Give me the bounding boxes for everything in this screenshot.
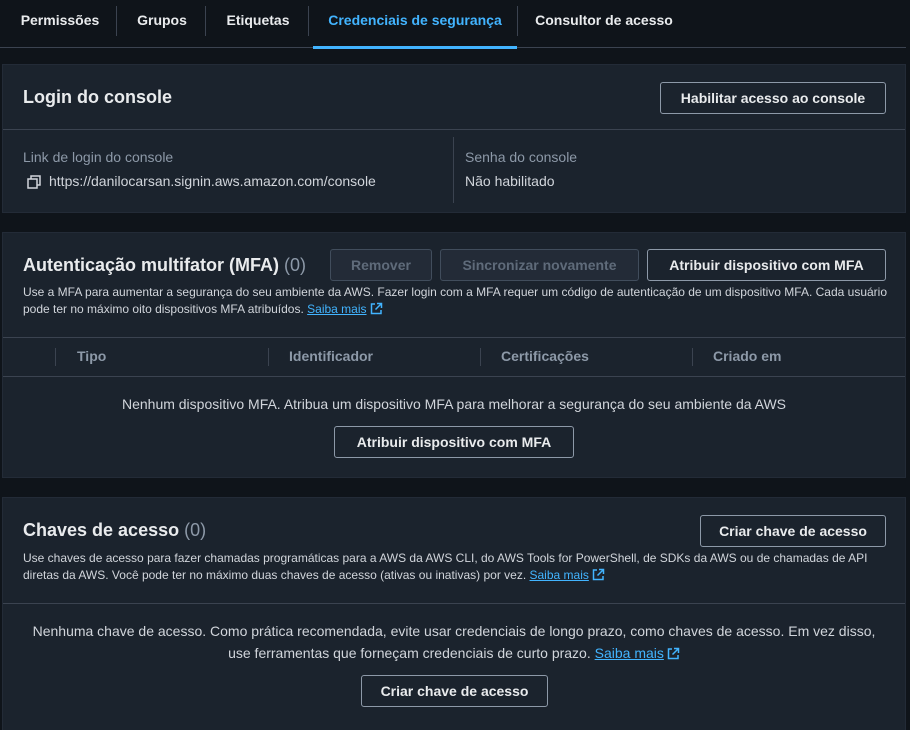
divider: [3, 129, 905, 130]
access-keys-learn-more-link[interactable]: Saiba mais: [530, 568, 589, 582]
mfa-description: Use a MFA para aumentar a segurança do s…: [23, 284, 893, 320]
access-keys-empty-text: Nenhuma chave de acesso. Como prática re…: [32, 623, 876, 661]
access-keys-empty-learn-more-link[interactable]: Saiba mais: [595, 645, 664, 661]
mfa-empty-text: Nenhum dispositivo MFA. Atribua um dispo…: [121, 396, 787, 412]
tab-permissions[interactable]: Permissões: [10, 0, 110, 48]
divider: [3, 603, 905, 604]
create-access-key-button[interactable]: Criar chave de acesso: [700, 515, 886, 547]
resync-mfa-button[interactable]: Sincronizar novamente: [440, 249, 639, 281]
console-login-title: Login do console: [23, 87, 172, 107]
column-divider: [55, 348, 56, 366]
column-divider: [692, 348, 693, 366]
column-header-created[interactable]: Criado em: [713, 348, 781, 364]
tab-groups[interactable]: Grupos: [128, 0, 196, 48]
tab-divider: [205, 6, 206, 36]
assign-mfa-device-empty-button[interactable]: Atribuir dispositivo com MFA: [334, 426, 574, 458]
column-header-identifier[interactable]: Identificador: [289, 348, 373, 364]
column-divider: [453, 137, 454, 203]
console-password-value: Não habilitado: [465, 173, 555, 189]
tab-security-credentials[interactable]: Credenciais de segurança: [313, 0, 517, 49]
column-divider: [480, 348, 481, 366]
console-password-label: Senha do console: [465, 149, 578, 165]
tab-bar: Permissões Grupos Etiquetas Credenciais …: [0, 0, 906, 49]
access-keys-empty-message: Nenhuma chave de acesso. Como prática re…: [3, 620, 905, 666]
tab-access-advisor[interactable]: Consultor de acesso: [528, 0, 680, 48]
mfa-table-header: Tipo Identificador Certificações Criado …: [3, 338, 905, 376]
copy-icon[interactable]: [27, 175, 41, 194]
console-login-panel: Login do console Habilitar acesso ao con…: [2, 64, 906, 213]
mfa-learn-more-link[interactable]: Saiba mais: [307, 302, 366, 316]
access-keys-description-text: Use chaves de acesso para fazer chamadas…: [23, 551, 868, 582]
tab-divider: [308, 6, 309, 36]
column-divider: [268, 348, 269, 366]
tab-tags[interactable]: Etiquetas: [218, 0, 298, 48]
access-keys-panel: Chaves de acesso (0) Criar chave de aces…: [2, 497, 906, 730]
column-header-type[interactable]: Tipo: [77, 348, 106, 364]
access-keys-title-text: Chaves de acesso: [23, 520, 180, 540]
tab-divider: [116, 6, 117, 36]
mfa-title: Autenticação multifator (MFA) (0): [23, 255, 306, 276]
tab-divider: [517, 6, 518, 36]
enable-console-access-button[interactable]: Habilitar acesso ao console: [660, 82, 886, 114]
column-header-certifications[interactable]: Certificações: [501, 348, 589, 364]
mfa-description-text: Use a MFA para aumentar a segurança do s…: [23, 285, 888, 316]
console-link-value[interactable]: https://danilocarsan.signin.aws.amazon.c…: [49, 173, 376, 189]
access-keys-description: Use chaves de acesso para fazer chamadas…: [23, 550, 883, 586]
external-link-icon: [667, 644, 680, 666]
mfa-panel: Autenticação multifator (MFA) (0) Remove…: [2, 232, 906, 478]
remove-mfa-button[interactable]: Remover: [330, 249, 432, 281]
access-keys-count: (0): [184, 520, 207, 540]
create-access-key-empty-button[interactable]: Criar chave de acesso: [361, 675, 548, 707]
divider: [3, 376, 905, 377]
mfa-count: (0): [284, 255, 307, 275]
console-link-label: Link de login do console: [23, 149, 174, 165]
assign-mfa-device-button[interactable]: Atribuir dispositivo com MFA: [647, 249, 886, 281]
external-link-icon: [370, 302, 383, 320]
external-link-icon: [592, 568, 605, 586]
mfa-title-text: Autenticação multifator (MFA): [23, 255, 280, 275]
access-keys-title: Chaves de acesso (0): [23, 520, 206, 541]
